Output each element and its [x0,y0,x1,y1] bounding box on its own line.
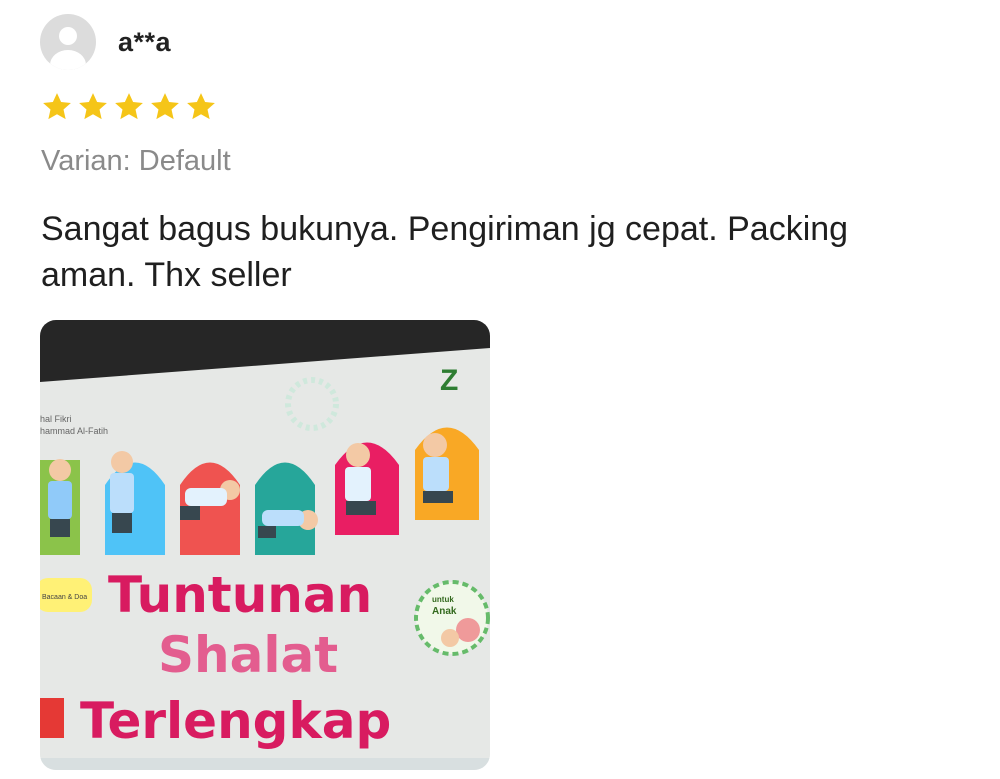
star-icon [43,93,71,120]
star-icon [187,93,215,120]
book-author-2: hammad Al-Fatih [40,426,108,436]
side-tag: Bacaan & Doa [42,594,87,601]
badge-text-1: untuk [432,595,454,604]
star-icon [115,93,143,120]
review-photo[interactable]: Z hal Fikri hammad Al-Fatih Bacaan & Doa… [40,320,490,770]
review-header: a**a [40,14,171,70]
avatar[interactable] [40,14,96,70]
book-title-line-2: Shalat [158,626,338,684]
review-card: a**a Varian: Default Sangat bagus bukuny… [0,0,1000,779]
rating-stars [40,90,218,124]
star-icon [151,93,179,120]
star-icon [79,93,107,120]
publisher-mark: Z [440,364,458,397]
book-author-1: hal Fikri [40,414,72,424]
book-title-line-1: Tuntunan [108,566,372,624]
badge-text-2: Anak [432,606,457,617]
variant-label: Varian: Default [41,145,231,177]
book-title-line-3: Terlengkap [80,692,391,750]
avatar-body [50,50,86,70]
age-badge: untuk Anak [414,580,490,656]
avatar-head [59,27,77,45]
review-text: Sangat bagus bukunya. Pengiriman jg cepa… [41,210,849,294]
book-cover-image: Z hal Fikri hammad Al-Fatih Bacaan & Doa… [40,320,490,770]
reviewer-name: a**a [118,26,172,57]
